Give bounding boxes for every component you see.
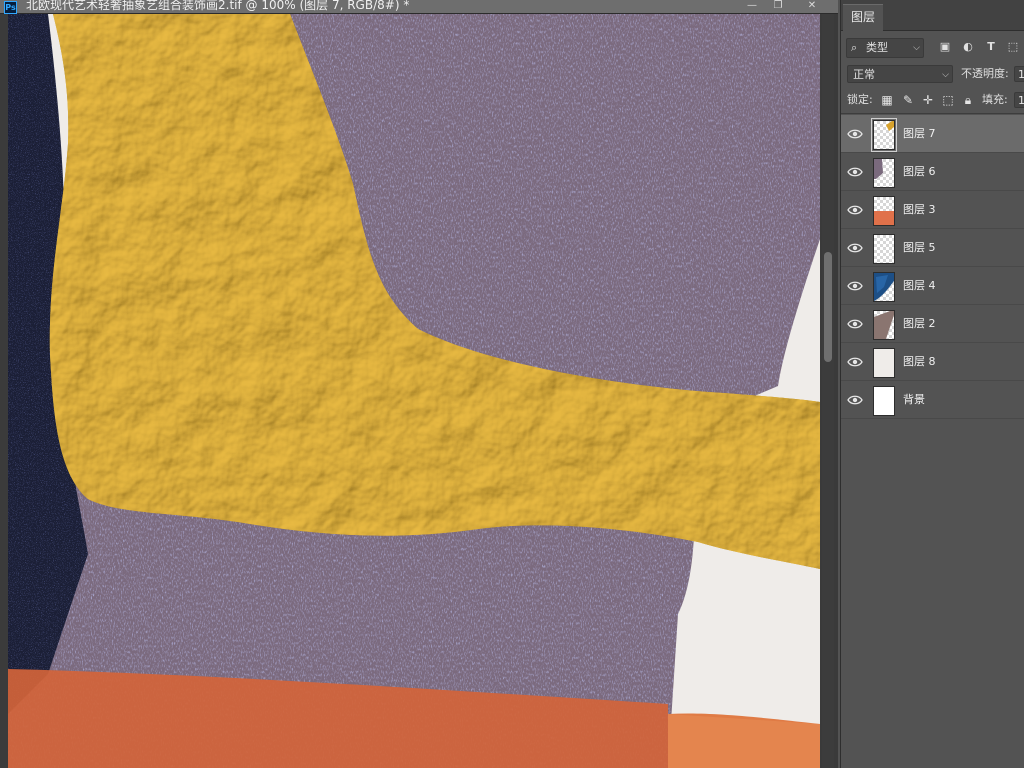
image-filter-icon[interactable]: ▣ (937, 38, 953, 56)
visibility-eye-icon[interactable] (847, 317, 863, 331)
artwork (8, 14, 820, 768)
layer-thumbnail (871, 118, 897, 152)
layer-row-8[interactable]: 图层 8 (841, 343, 1024, 381)
vertical-scrollbar[interactable] (822, 14, 834, 768)
layer-name[interactable]: 背景 (903, 393, 925, 407)
shape-filter-icon[interactable]: ⬚ (1005, 38, 1021, 56)
layer-thumbnail (873, 348, 895, 378)
document-title: 北欧现代艺术轻奢抽象艺组合装饰画2.tif @ 100% (图层 7, RGB/… (26, 0, 410, 12)
visibility-eye-icon[interactable] (847, 127, 863, 141)
layer-row-background[interactable]: 背景 (841, 381, 1024, 419)
layer-row-5[interactable]: 图层 5 (841, 229, 1024, 267)
layer-name[interactable]: 图层 4 (903, 279, 936, 293)
chevron-down-icon: ⌵ (942, 70, 949, 80)
layer-thumbnail (873, 196, 895, 226)
layer-filter-select[interactable]: ⌕ 类型 ⌵ (846, 38, 924, 58)
visibility-eye-icon[interactable] (847, 355, 863, 369)
layer-row-6[interactable]: 图层 6 (841, 153, 1024, 191)
canvas[interactable] (8, 14, 820, 768)
blend-mode-value: 正常 (853, 68, 875, 81)
minimize-button[interactable]: — (742, 0, 762, 13)
lock-all-icon[interactable]: 🔒︎ (960, 92, 976, 108)
type-filter-icon[interactable]: T (983, 38, 999, 56)
layer-row-2[interactable]: 图层 2 (841, 305, 1024, 343)
opacity-field[interactable]: 100% (1014, 66, 1024, 82)
panel-tabbar: 图层 (841, 0, 1024, 31)
visibility-eye-icon[interactable] (847, 393, 863, 407)
filter-type-label: 类型 (866, 41, 888, 54)
divider (841, 113, 1024, 114)
fill-field[interactable]: 100% (1014, 92, 1024, 108)
photoshop-icon: Ps (4, 1, 17, 14)
tab-layers[interactable]: 图层 (843, 4, 884, 31)
layer-thumbnail (873, 158, 895, 188)
blend-mode-select[interactable]: 正常 ⌵ (847, 65, 953, 83)
visibility-eye-icon[interactable] (847, 203, 863, 217)
lock-move-icon[interactable]: ✛ (920, 92, 936, 108)
layer-thumbnail (873, 386, 895, 416)
chevron-down-icon: ⌵ (913, 43, 920, 53)
lock-transparency-icon[interactable]: ▦ (879, 92, 895, 108)
layer-thumbnail (873, 272, 895, 302)
restore-button[interactable]: ❐ (768, 0, 788, 13)
layers-panel: 图层 ⌕ 类型 ⌵ ▣ ◐ T ⬚ 正常 ⌵ 不透明度: 100% 锁定: ▦ … (840, 0, 1024, 768)
layer-name[interactable]: 图层 8 (903, 355, 936, 369)
scrollbar-thumb[interactable] (824, 252, 832, 362)
layer-name[interactable]: 图层 6 (903, 165, 936, 179)
layer-thumbnail (873, 234, 895, 264)
lock-brush-icon[interactable]: ✎ (900, 92, 916, 108)
layer-name[interactable]: 图层 7 (903, 127, 936, 141)
visibility-eye-icon[interactable] (847, 241, 863, 255)
layer-name[interactable]: 图层 3 (903, 203, 936, 217)
document-window: Ps 北欧现代艺术轻奢抽象艺组合装饰画2.tif @ 100% (图层 7, R… (0, 0, 838, 768)
visibility-eye-icon[interactable] (847, 279, 863, 293)
lock-label: 锁定: (847, 93, 873, 106)
fill-label: 填充: (982, 93, 1008, 106)
layer-row-7[interactable]: 图层 7 (841, 115, 1024, 153)
layer-thumbnail (873, 310, 895, 340)
toolbar-edge (0, 14, 8, 768)
layer-name[interactable]: 图层 5 (903, 241, 936, 255)
layer-row-4[interactable]: 图层 4 (841, 267, 1024, 305)
layer-row-3[interactable]: 图层 3 (841, 191, 1024, 229)
search-icon: ⌕ (851, 41, 858, 54)
adjustment-filter-icon[interactable]: ◐ (960, 38, 976, 56)
layer-name[interactable]: 图层 2 (903, 317, 936, 331)
lock-artboard-icon[interactable]: ⬚ (940, 92, 956, 108)
close-button[interactable]: ✕ (802, 0, 822, 13)
visibility-eye-icon[interactable] (847, 165, 863, 179)
document-tab[interactable]: Ps 北欧现代艺术轻奢抽象艺组合装饰画2.tif @ 100% (图层 7, R… (0, 0, 838, 14)
opacity-label: 不透明度: (961, 67, 1009, 80)
